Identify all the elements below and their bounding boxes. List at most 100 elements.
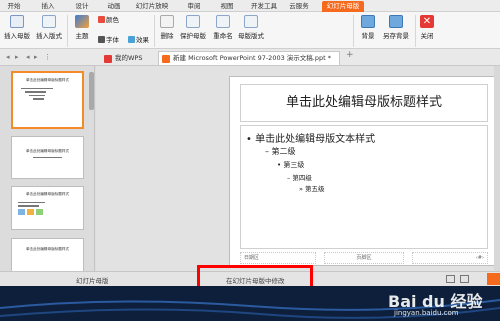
- status-view-name: 幻灯片母版: [76, 277, 109, 285]
- tab-slideshow[interactable]: 幻灯片放映: [132, 1, 172, 12]
- thumbnail-content-layout[interactable]: 单击此处编辑母版标题样式: [11, 186, 84, 230]
- master-layout-label: 母版版式: [238, 32, 264, 40]
- background-button[interactable]: 背景: [358, 15, 378, 40]
- save-background-label: 另存背景: [383, 32, 409, 40]
- footer-placeholder[interactable]: 页脚区: [324, 252, 404, 264]
- thumbnail-title-layout[interactable]: 单击此处编辑母版标题样式: [11, 136, 84, 179]
- effect-icon: [128, 36, 135, 43]
- tab-document-label: 新建 Microsoft PowerPoint 97-2003 演示文稿.ppt…: [173, 54, 331, 62]
- new-tab-button[interactable]: +: [346, 50, 354, 60]
- thumbnail-text-lines: [13, 83, 82, 105]
- ribbon-tab-bar: 开始 插入 设计 动画 幻灯片放映 审阅 视图 开发工具 云服务 幻灯片母版: [0, 0, 500, 12]
- save-background-button[interactable]: 另存背景: [380, 15, 412, 40]
- background-label: 背景: [361, 32, 375, 40]
- wps-logo-icon: [104, 55, 112, 63]
- thumbnail-image-icon: [27, 208, 35, 215]
- thumbnail-master[interactable]: 单击此处编辑母版标题样式: [11, 71, 84, 129]
- text-level-1: • 单击此处编辑母版文本样式: [246, 134, 376, 145]
- insert-layout-label: 插入版式: [36, 32, 62, 40]
- tab-insert[interactable]: 插入: [38, 1, 58, 12]
- ppt-file-icon: [162, 55, 170, 63]
- ribbon-separator: [415, 15, 416, 47]
- thumbnail-title: 单击此处编辑母版标题样式: [25, 149, 70, 153]
- canvas-scrollbar[interactable]: [494, 66, 500, 271]
- ribbon: 插入母版 插入版式 主题 颜色 字体 效果 删除 保护母版 重命名 母版版式 背…: [0, 12, 500, 49]
- close-master-button[interactable]: ✕ 关闭: [418, 15, 436, 40]
- text-level-5: » 第五级: [299, 185, 325, 193]
- master-layout-button[interactable]: 母版版式: [236, 15, 266, 40]
- tab-scroll-right-icon[interactable]: ▸: [15, 53, 19, 61]
- theme-icon: [75, 15, 89, 28]
- ribbon-separator: [67, 15, 68, 47]
- delete-icon: [160, 15, 174, 28]
- delete-button[interactable]: 删除: [157, 15, 177, 40]
- close-icon: ✕: [420, 15, 434, 28]
- lock-icon: [186, 15, 200, 28]
- rename-button[interactable]: 重命名: [210, 15, 236, 40]
- slideshow-play-icon[interactable]: [487, 273, 500, 285]
- color-button[interactable]: 颜色: [98, 15, 119, 25]
- thumbnail-title: 单击此处编辑母版标题样式: [25, 192, 70, 196]
- normal-view-icon[interactable]: [446, 275, 455, 283]
- tab-home[interactable]: 开始: [4, 1, 24, 12]
- insert-master-button[interactable]: 插入母版: [2, 15, 32, 40]
- rename-icon: [216, 15, 230, 28]
- tab-my-wps-label: 我的WPS: [115, 54, 143, 62]
- close-label: 关闭: [420, 32, 434, 40]
- insert-layout-button[interactable]: 插入版式: [33, 15, 65, 40]
- tab-review[interactable]: 审阅: [184, 1, 204, 12]
- tab-my-wps[interactable]: 我的WPS: [100, 51, 160, 65]
- save-background-icon: [389, 15, 403, 28]
- ribbon-separator: [154, 15, 155, 47]
- body-placeholder[interactable]: • 单击此处编辑母版文本样式 – 第二级 • 第三级 – 第四级 » 第五级: [240, 125, 488, 249]
- baidu-watermark-url: jingyan.baidu.com: [394, 309, 459, 317]
- sorter-view-icon[interactable]: [460, 275, 469, 283]
- effect-label: 效果: [136, 36, 149, 44]
- master-slide[interactable]: 单击此处编辑母版标题样式 • 单击此处编辑母版文本样式 – 第二级 • 第三级 …: [229, 76, 497, 266]
- tab-slide-master[interactable]: 幻灯片母版: [322, 1, 364, 12]
- tab-list-icon[interactable]: ⋮: [44, 53, 51, 61]
- color-label: 颜色: [106, 16, 119, 24]
- date-placeholder[interactable]: 日期区: [240, 252, 316, 264]
- thumbnail-text-lines: [12, 197, 83, 220]
- delete-label: 删除: [160, 32, 174, 40]
- master-layout-icon: [244, 15, 258, 28]
- tab-developer[interactable]: 开发工具: [249, 1, 279, 12]
- text-level-3: • 第三级: [277, 161, 305, 169]
- slide-thumbnail-pane: 单击此处编辑母版标题样式 单击此处编辑母版标题样式 单击此处编辑母版标题样式 单…: [0, 66, 95, 271]
- effect-button[interactable]: 效果: [128, 35, 149, 45]
- background-icon: [361, 15, 375, 28]
- tab-scroll-right-icon[interactable]: ▸: [34, 53, 38, 61]
- tab-document[interactable]: 新建 Microsoft PowerPoint 97-2003 演示文稿.ppt…: [158, 51, 340, 65]
- protect-master-label: 保护母版: [180, 32, 206, 40]
- tab-design[interactable]: 设计: [72, 1, 92, 12]
- thumbnail-chart-icon: [18, 208, 25, 215]
- text-level-2: – 第二级: [265, 147, 296, 156]
- footer-area: 日期区 页脚区 ‹#›: [240, 252, 488, 264]
- slide-number-placeholder[interactable]: ‹#›: [412, 252, 488, 264]
- tab-animation[interactable]: 动画: [104, 1, 124, 12]
- thumbnail-scrollbar[interactable]: [89, 72, 94, 110]
- font-button[interactable]: 字体: [98, 35, 119, 45]
- color-icon: [98, 16, 105, 23]
- thumbnail-section-layout[interactable]: 单击此处编辑母版标题样式: [11, 238, 84, 271]
- thumbnail-subtitle-line: [33, 157, 62, 159]
- text-level-4: – 第四级: [287, 174, 312, 182]
- insert-master-label: 插入母版: [4, 32, 30, 40]
- tab-view[interactable]: 视图: [217, 1, 237, 12]
- protect-master-button[interactable]: 保护母版: [178, 15, 208, 40]
- tab-scroll-left-icon[interactable]: ◂: [26, 53, 30, 61]
- insert-master-icon: [10, 15, 24, 28]
- rename-label: 重命名: [213, 32, 233, 40]
- theme-label: 主题: [75, 32, 89, 40]
- thumbnail-title: 单击此处编辑母版标题样式: [25, 78, 70, 82]
- theme-button[interactable]: 主题: [70, 15, 94, 40]
- tab-scroll-left-icon[interactable]: ◂: [6, 53, 10, 61]
- thumbnail-table-icon: [36, 208, 44, 215]
- tab-cloud[interactable]: 云服务: [286, 1, 312, 12]
- ribbon-separator: [353, 15, 354, 47]
- title-placeholder[interactable]: 单击此处编辑母版标题样式: [240, 84, 488, 122]
- desktop-background: Bai du 经验 jingyan.baidu.com: [0, 286, 500, 321]
- font-icon: [98, 36, 105, 43]
- insert-layout-icon: [42, 15, 56, 28]
